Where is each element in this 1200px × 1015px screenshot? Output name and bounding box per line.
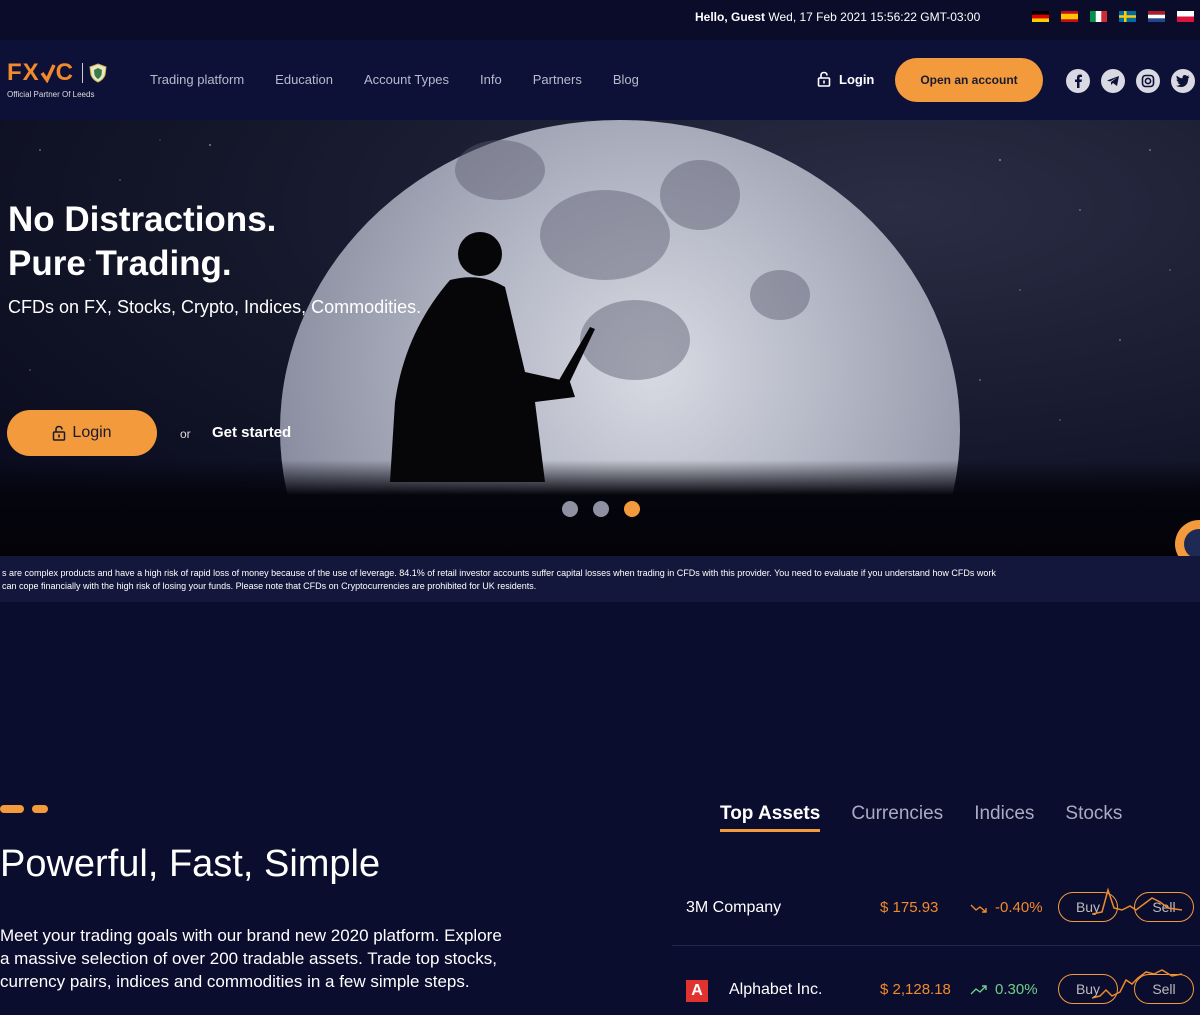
nav-menu: Trading platform Education Account Types… — [150, 72, 639, 87]
asset-change: 0.30% — [995, 981, 1038, 998]
nav-info[interactable]: Info — [480, 72, 502, 87]
sweden-flag-icon[interactable] — [1119, 11, 1136, 22]
hero-title-line2: Pure Trading. — [8, 244, 232, 283]
moon-crater — [750, 270, 810, 320]
slider-dot-active[interactable] — [624, 501, 640, 517]
accent-bar — [0, 805, 24, 813]
hero-title: No Distractions. Pure Trading. — [8, 198, 276, 286]
social-links — [1066, 69, 1195, 93]
accent-bar — [32, 805, 48, 813]
hero-subtitle: CFDs on FX, Stocks, Crypto, Indices, Com… — [8, 297, 422, 317]
tab-currencies[interactable]: Currencies — [851, 803, 943, 832]
section-accent — [0, 805, 48, 813]
greeting: Hello, Guest Wed, 17 Feb 2021 15:56:22 G… — [695, 10, 980, 24]
spain-flag-icon[interactable] — [1061, 11, 1078, 22]
moon-crater — [455, 140, 545, 200]
tab-indices[interactable]: Indices — [974, 803, 1034, 832]
main-nav: FX C Official Partner Of Leeds Trading p… — [0, 40, 1200, 120]
datetime: Wed, 17 Feb 2021 15:56:22 GMT-03:00 — [768, 10, 981, 24]
logo-mark: FX C — [7, 60, 107, 86]
sparkline-chart — [1092, 887, 1182, 915]
asset-price: $ 175.93 — [880, 899, 939, 916]
asset-name: Alphabet Inc. — [729, 981, 823, 998]
lock-icon — [53, 425, 66, 441]
chat-bubble-icon — [1184, 529, 1200, 559]
twitter-icon[interactable] — [1171, 69, 1195, 93]
hero-banner: No Distractions. Pure Trading. CFDs on F… — [0, 120, 1200, 556]
hero-or-text: or — [180, 427, 191, 441]
logo[interactable]: FX C Official Partner Of Leeds — [7, 60, 107, 99]
section-title: Powerful, Fast, Simple — [0, 843, 381, 885]
trend-up-icon — [970, 985, 987, 995]
nav-partners[interactable]: Partners — [533, 72, 582, 87]
instagram-icon[interactable] — [1136, 69, 1160, 93]
asset-price: $ 2,128.18 — [880, 981, 951, 998]
get-started-link[interactable]: Get started — [212, 424, 291, 441]
trend-down-icon — [970, 904, 987, 913]
greeting-name: Hello, Guest — [695, 10, 766, 24]
open-account-button[interactable]: Open an account — [895, 58, 1043, 102]
slider-dots — [562, 501, 640, 517]
top-bar: Hello, Guest Wed, 17 Feb 2021 15:56:22 G… — [0, 0, 1200, 40]
asset-change: -0.40% — [995, 899, 1043, 916]
hero-title-line1: No Distractions. — [8, 200, 277, 239]
sparkline-chart — [1092, 969, 1182, 999]
login-link[interactable]: Login — [817, 71, 874, 87]
facebook-icon[interactable] — [1066, 69, 1090, 93]
section-text: Meet your trading goals with our brand n… — [0, 926, 502, 991]
slider-dot[interactable] — [562, 501, 578, 517]
logo-subtitle: Official Partner Of Leeds — [7, 90, 95, 99]
poland-flag-icon[interactable] — [1177, 11, 1194, 22]
leeds-shield-icon — [89, 63, 107, 83]
italy-flag-icon[interactable] — [1090, 11, 1107, 22]
lock-icon — [817, 71, 831, 87]
logo-divider — [82, 63, 84, 83]
nav-blog[interactable]: Blog — [613, 72, 639, 87]
hero-login-label: Login — [72, 424, 112, 441]
netherlands-flag-icon[interactable] — [1148, 11, 1165, 22]
tab-top-assets[interactable]: Top Assets — [720, 803, 821, 832]
risk-warning-line1: s are complex products and have a high r… — [2, 568, 996, 578]
logo-text-c: C — [55, 59, 75, 86]
risk-warning: s are complex products and have a high r… — [0, 556, 1200, 602]
asset-name: 3M Company — [686, 899, 782, 916]
logo-text-fx: FX — [7, 59, 40, 86]
nav-trading-platform[interactable]: Trading platform — [150, 72, 244, 87]
nav-education[interactable]: Education — [275, 72, 333, 87]
hero-login-button[interactable]: Login — [7, 410, 157, 456]
tab-stocks[interactable]: Stocks — [1065, 803, 1122, 832]
checkmark-icon — [40, 64, 56, 83]
nav-account-types[interactable]: Account Types — [364, 72, 449, 87]
alphabet-logo-icon: A — [686, 980, 708, 1002]
telegram-icon[interactable] — [1101, 69, 1125, 93]
person-with-laptop-silhouette — [390, 232, 595, 482]
moon-crater — [660, 160, 740, 230]
asset-row: 3M Company $ 175.93 -0.40% Buy Sell — [672, 866, 1200, 946]
asset-tabs: Top Assets Currencies Indices Stocks — [720, 803, 1122, 832]
login-label: Login — [839, 71, 875, 87]
slider-dot[interactable] — [593, 501, 609, 517]
language-flags — [1032, 11, 1194, 22]
germany-flag-icon[interactable] — [1032, 11, 1049, 22]
asset-row: A Alphabet Inc. $ 2,128.18 0.30% Buy Sel… — [672, 948, 1200, 1015]
risk-warning-line2: can cope financially with the high risk … — [2, 581, 537, 591]
